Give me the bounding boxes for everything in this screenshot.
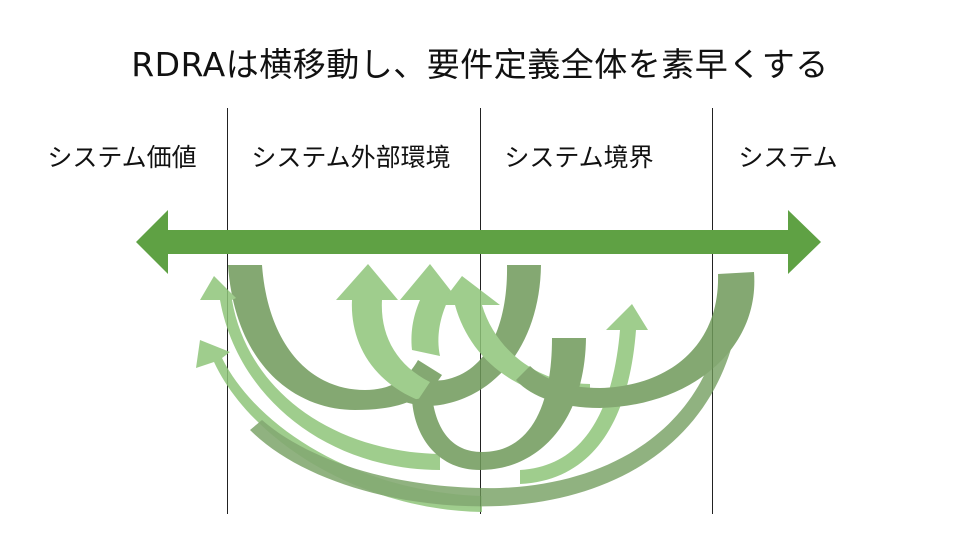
arrows-diagram [136, 210, 821, 512]
slide: RDRAは横移動し、要件定義全体を素早くする システム価値 システム外部環境 シ… [0, 0, 960, 540]
curved-arrow [400, 264, 458, 356]
horizontal-double-arrow [136, 210, 821, 274]
